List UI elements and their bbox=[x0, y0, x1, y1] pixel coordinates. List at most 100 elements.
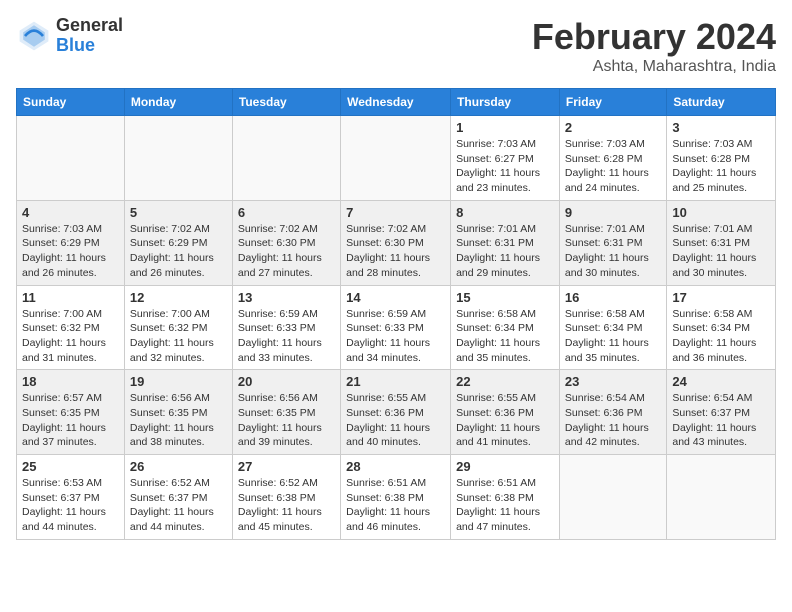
day-detail: Sunrise: 7:01 AMSunset: 6:31 PMDaylight:… bbox=[456, 222, 554, 281]
header-tuesday: Tuesday bbox=[232, 89, 340, 116]
day-number: 3 bbox=[672, 120, 770, 135]
day-detail: Sunrise: 6:56 AMSunset: 6:35 PMDaylight:… bbox=[130, 391, 227, 450]
calendar-cell: 14 Sunrise: 6:59 AMSunset: 6:33 PMDayligh… bbox=[341, 285, 451, 370]
day-number: 10 bbox=[672, 205, 770, 220]
calendar-cell: 10 Sunrise: 7:01 AMSunset: 6:31 PMDayligh… bbox=[667, 200, 776, 285]
day-detail: Sunrise: 6:54 AMSunset: 6:37 PMDaylight:… bbox=[672, 391, 770, 450]
day-number: 15 bbox=[456, 290, 554, 305]
calendar-cell: 29Sunrise: 6:51 AMSunset: 6:38 PMDayligh… bbox=[451, 455, 560, 540]
week-row-0: 1 Sunrise: 7:03 AMSunset: 6:27 PMDaylight… bbox=[17, 116, 776, 201]
day-number: 7 bbox=[346, 205, 445, 220]
day-detail: Sunrise: 6:59 AMSunset: 6:33 PMDaylight:… bbox=[238, 307, 335, 366]
day-number: 16 bbox=[565, 290, 661, 305]
calendar-cell: 11Sunrise: 7:00 AMSunset: 6:32 PMDayligh… bbox=[17, 285, 125, 370]
calendar-cell: 12 Sunrise: 7:00 AMSunset: 6:32 PMDayligh… bbox=[124, 285, 232, 370]
day-number: 24 bbox=[672, 374, 770, 389]
calendar-cell: 1 Sunrise: 7:03 AMSunset: 6:27 PMDaylight… bbox=[451, 116, 560, 201]
day-number: 17 bbox=[672, 290, 770, 305]
header-sunday: Sunday bbox=[17, 89, 125, 116]
calendar-cell: 20 Sunrise: 6:56 AMSunset: 6:35 PMDayligh… bbox=[232, 370, 340, 455]
day-detail: Sunrise: 7:00 AMSunset: 6:32 PMDaylight:… bbox=[130, 307, 227, 366]
calendar-cell: 9Sunrise: 7:01 AMSunset: 6:31 PMDaylight… bbox=[559, 200, 666, 285]
title-month-year: February 2024 bbox=[532, 16, 776, 58]
calendar-header: SundayMondayTuesdayWednesdayThursdayFrid… bbox=[17, 89, 776, 116]
title-section: February 2024 Ashta, Maharashtra, India bbox=[532, 16, 776, 76]
day-number: 26 bbox=[130, 459, 227, 474]
day-number: 5 bbox=[130, 205, 227, 220]
day-detail: Sunrise: 6:59 AMSunset: 6:33 PMDaylight:… bbox=[346, 307, 445, 366]
day-number: 12 bbox=[130, 290, 227, 305]
day-number: 23 bbox=[565, 374, 661, 389]
calendar-cell: 16 Sunrise: 6:58 AMSunset: 6:34 PMDayligh… bbox=[559, 285, 666, 370]
logo-blue: Blue bbox=[56, 36, 123, 56]
calendar-cell: 23 Sunrise: 6:54 AMSunset: 6:36 PMDayligh… bbox=[559, 370, 666, 455]
calendar-cell: 5 Sunrise: 7:02 AMSunset: 6:29 PMDaylight… bbox=[124, 200, 232, 285]
calendar-cell bbox=[667, 455, 776, 540]
day-detail: Sunrise: 6:53 AMSunset: 6:37 PMDaylight:… bbox=[22, 476, 119, 535]
calendar-cell: 22 Sunrise: 6:55 AMSunset: 6:36 PMDayligh… bbox=[451, 370, 560, 455]
day-detail: Sunrise: 7:02 AMSunset: 6:29 PMDaylight:… bbox=[130, 222, 227, 281]
calendar-cell: 17 Sunrise: 6:58 AMSunset: 6:34 PMDayligh… bbox=[667, 285, 776, 370]
calendar-cell: 21Sunrise: 6:55 AMSunset: 6:36 PMDayligh… bbox=[341, 370, 451, 455]
day-number: 8 bbox=[456, 205, 554, 220]
title-location: Ashta, Maharashtra, India bbox=[532, 58, 776, 76]
calendar-cell: 15 Sunrise: 6:58 AMSunset: 6:34 PMDayligh… bbox=[451, 285, 560, 370]
day-number: 1 bbox=[456, 120, 554, 135]
week-row-3: 18Sunrise: 6:57 AMSunset: 6:35 PMDayligh… bbox=[17, 370, 776, 455]
day-number: 28 bbox=[346, 459, 445, 474]
calendar-cell bbox=[17, 116, 125, 201]
logo-text: General Blue bbox=[56, 16, 123, 56]
calendar-cell: 18Sunrise: 6:57 AMSunset: 6:35 PMDayligh… bbox=[17, 370, 125, 455]
day-number: 19 bbox=[130, 374, 227, 389]
day-number: 6 bbox=[238, 205, 335, 220]
header-wednesday: Wednesday bbox=[341, 89, 451, 116]
calendar-cell: 8 Sunrise: 7:01 AMSunset: 6:31 PMDaylight… bbox=[451, 200, 560, 285]
day-detail: Sunrise: 6:57 AMSunset: 6:35 PMDaylight:… bbox=[22, 391, 119, 450]
calendar-cell: 3 Sunrise: 7:03 AMSunset: 6:28 PMDaylight… bbox=[667, 116, 776, 201]
day-number: 22 bbox=[456, 374, 554, 389]
calendar-cell: 24 Sunrise: 6:54 AMSunset: 6:37 PMDayligh… bbox=[667, 370, 776, 455]
header-thursday: Thursday bbox=[451, 89, 560, 116]
day-detail: Sunrise: 6:52 AMSunset: 6:37 PMDaylight:… bbox=[130, 476, 227, 535]
day-detail: Sunrise: 6:58 AMSunset: 6:34 PMDaylight:… bbox=[565, 307, 661, 366]
day-detail: Sunrise: 7:01 AMSunset: 6:31 PMDaylight:… bbox=[672, 222, 770, 281]
logo-icon bbox=[16, 18, 52, 54]
day-number: 27 bbox=[238, 459, 335, 474]
day-number: 9 bbox=[565, 205, 661, 220]
day-detail: Sunrise: 7:03 AMSunset: 6:29 PMDaylight:… bbox=[22, 222, 119, 281]
logo: General Blue bbox=[16, 16, 123, 56]
day-detail: Sunrise: 6:55 AMSunset: 6:36 PMDaylight:… bbox=[456, 391, 554, 450]
week-row-1: 4 Sunrise: 7:03 AMSunset: 6:29 PMDaylight… bbox=[17, 200, 776, 285]
calendar-cell: 25 Sunrise: 6:53 AMSunset: 6:37 PMDayligh… bbox=[17, 455, 125, 540]
day-detail: Sunrise: 6:58 AMSunset: 6:34 PMDaylight:… bbox=[672, 307, 770, 366]
day-detail: Sunrise: 7:00 AMSunset: 6:32 PMDaylight:… bbox=[22, 307, 119, 366]
calendar-cell bbox=[232, 116, 340, 201]
day-detail: Sunrise: 7:03 AMSunset: 6:28 PMDaylight:… bbox=[672, 137, 770, 196]
day-detail: Sunrise: 7:03 AMSunset: 6:27 PMDaylight:… bbox=[456, 137, 554, 196]
day-number: 21 bbox=[346, 374, 445, 389]
calendar-body: 1 Sunrise: 7:03 AMSunset: 6:27 PMDaylight… bbox=[17, 116, 776, 540]
day-detail: Sunrise: 6:54 AMSunset: 6:36 PMDaylight:… bbox=[565, 391, 661, 450]
day-number: 2 bbox=[565, 120, 661, 135]
day-number: 4 bbox=[22, 205, 119, 220]
day-detail: Sunrise: 6:52 AMSunset: 6:38 PMDaylight:… bbox=[238, 476, 335, 535]
calendar-cell bbox=[341, 116, 451, 201]
calendar-cell bbox=[124, 116, 232, 201]
day-detail: Sunrise: 6:58 AMSunset: 6:34 PMDaylight:… bbox=[456, 307, 554, 366]
day-number: 13 bbox=[238, 290, 335, 305]
day-number: 25 bbox=[22, 459, 119, 474]
calendar-cell: 28 Sunrise: 6:51 AMSunset: 6:38 PMDayligh… bbox=[341, 455, 451, 540]
day-number: 14 bbox=[346, 290, 445, 305]
day-detail: Sunrise: 6:51 AMSunset: 6:38 PMDaylight:… bbox=[456, 476, 554, 535]
logo-general: General bbox=[56, 16, 123, 36]
calendar-cell: 4 Sunrise: 7:03 AMSunset: 6:29 PMDaylight… bbox=[17, 200, 125, 285]
calendar-cell bbox=[559, 455, 666, 540]
day-number: 20 bbox=[238, 374, 335, 389]
header-row: SundayMondayTuesdayWednesdayThursdayFrid… bbox=[17, 89, 776, 116]
header-friday: Friday bbox=[559, 89, 666, 116]
week-row-2: 11Sunrise: 7:00 AMSunset: 6:32 PMDayligh… bbox=[17, 285, 776, 370]
day-detail: Sunrise: 6:51 AMSunset: 6:38 PMDaylight:… bbox=[346, 476, 445, 535]
calendar-cell: 27 Sunrise: 6:52 AMSunset: 6:38 PMDayligh… bbox=[232, 455, 340, 540]
day-detail: Sunrise: 6:56 AMSunset: 6:35 PMDaylight:… bbox=[238, 391, 335, 450]
calendar-cell: 7Sunrise: 7:02 AMSunset: 6:30 PMDaylight… bbox=[341, 200, 451, 285]
